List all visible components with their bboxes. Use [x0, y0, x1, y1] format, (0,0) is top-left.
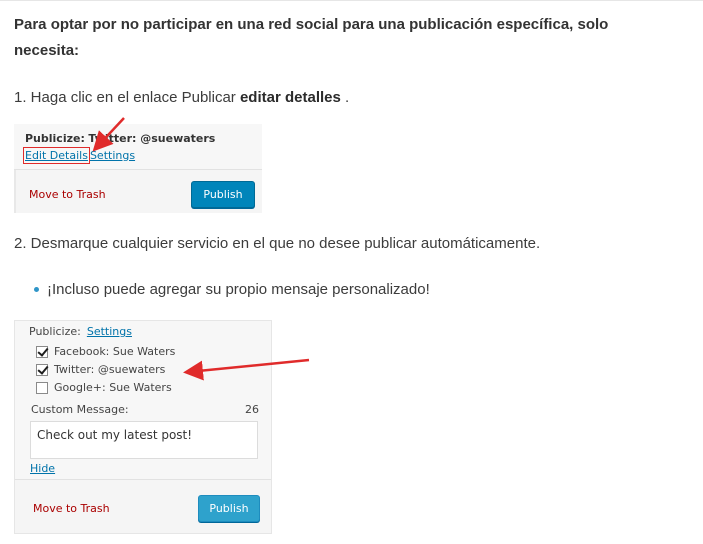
service-google-plus[interactable]: Google+: Sue Waters [36, 381, 172, 394]
step-1-suffix: . [340, 89, 350, 106]
publish-box-screenshot-2: Publicize: Settings Facebook: Sue Waters … [14, 320, 272, 534]
move-to-trash-link[interactable]: Move to Trash [29, 188, 106, 201]
checkbox-unchecked[interactable] [36, 381, 48, 394]
publish-box-screenshot-1: Publicize: Twitter: @suewaters Edit Deta… [14, 124, 262, 213]
custom-message-label: Custom Message: [31, 403, 129, 416]
custom-message-textarea[interactable]: Check out my latest post! [30, 421, 258, 459]
step-1-prefix: 1. Haga clic en el enlace Publicar [14, 89, 240, 106]
settings-link[interactable]: Settings [90, 149, 135, 162]
publicize-value: Twitter: @suewaters [88, 132, 216, 145]
publish-button[interactable]: Publish [191, 181, 255, 208]
publish-footer: Move to Trash Publish [14, 170, 262, 213]
publicize-line: Publicize: Twitter: @suewaters [25, 132, 215, 145]
service-label: Facebook: Sue Waters [54, 345, 176, 358]
publicize-label: Publicize: [25, 132, 85, 145]
hide-link[interactable]: Hide [30, 462, 55, 475]
edit-details-link[interactable]: Edit Details [23, 147, 90, 164]
bullet-item: ¡Incluso puede agregar su propio mensaje… [34, 279, 430, 301]
intro-text: Para optar por no participar en una red … [14, 16, 609, 59]
bullet-text: ¡Incluso puede agregar su propio mensaje… [47, 281, 430, 298]
publicize-header: Publicize: Settings [29, 325, 132, 338]
publicize-links: Edit Details Settings [23, 147, 135, 164]
step-2: 2. Desmarque cualquier servicio en el qu… [14, 235, 541, 252]
move-to-trash-link[interactable]: Move to Trash [33, 502, 110, 515]
publicize-label: Publicize: [29, 325, 81, 338]
bullet-icon [34, 286, 39, 292]
service-twitter[interactable]: Twitter: @suewaters [36, 363, 165, 376]
publish-button[interactable]: Publish [198, 495, 260, 522]
left-accent [14, 170, 16, 213]
checkbox-checked[interactable] [36, 345, 48, 358]
publish-footer: Move to Trash Publish [15, 480, 271, 533]
service-facebook[interactable]: Facebook: Sue Waters [36, 345, 175, 358]
step-1-bold: editar detalles [239, 89, 341, 106]
top-divider [0, 0, 703, 1]
service-label: Twitter: @suewaters [54, 363, 166, 376]
checkbox-checked[interactable] [36, 363, 48, 376]
step-1: 1. Haga clic en el enlace Publicar edita… [14, 87, 349, 109]
custom-message-count: 26 [245, 403, 259, 416]
service-label: Google+: Sue Waters [54, 381, 172, 394]
settings-link[interactable]: Settings [87, 325, 132, 338]
